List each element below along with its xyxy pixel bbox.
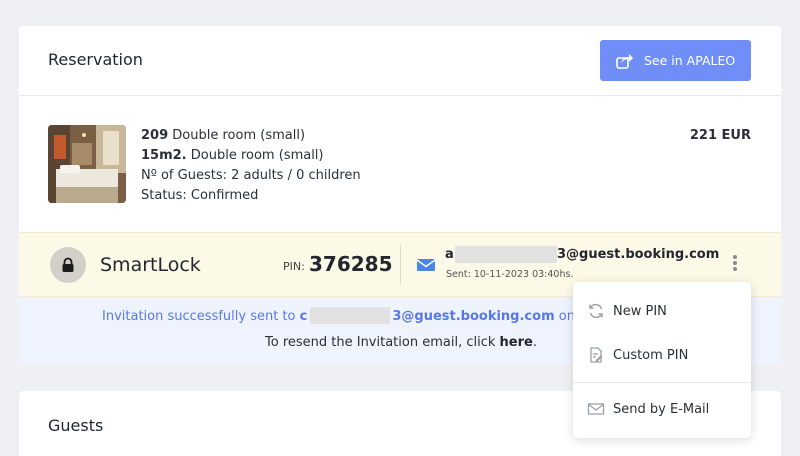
room-price: 221 EUR [689,128,751,143]
menu-item-new-pin[interactable]: New PIN [573,292,751,330]
refresh-icon [589,303,603,319]
pin-value: 376285 [309,252,393,276]
menu-item-custom-pin-label: Custom PIN [613,347,689,363]
room-size: 15m2. [141,148,187,163]
room-line-2: 15m2. Double room (small) [141,146,361,166]
room-guests: Nº of Guests: 2 adults / 0 children [141,168,361,183]
room-details: 209 Double room (small) 15m2. Double roo… [141,126,361,206]
room-name: Double room (small) [172,128,306,143]
email-suffix: 3@guest.booking.com [557,247,720,262]
room-number: 209 [141,128,169,143]
smartlock-name: SmartLock [100,254,201,276]
divider [400,245,401,285]
pin-label: PIN: [283,260,305,273]
options-menu: New PIN Custom PIN Send by E-Mail [573,282,751,438]
guests-title: Guests [48,416,104,435]
invitation-email-redaction [310,307,390,324]
room-status: Status: Confirmed [141,188,259,203]
reservation-header: Reservation See in APALEO [19,26,781,96]
menu-item-send-email-label: Send by E-Mail [613,401,710,417]
menu-item-new-pin-label: New PIN [613,303,667,319]
external-share-icon [616,53,633,69]
sent-timestamp: Sent: 10-11-2023 03:40hs. [446,269,574,280]
lock-icon [50,247,86,283]
reservation-title: Reservation [48,50,143,69]
edit-document-icon [590,347,603,363]
mail-sent-icon [416,259,436,271]
room-size-name: Double room (small) [190,148,324,163]
resend-message: To resend the Invitation email, click he… [265,335,537,350]
email-redaction [455,246,557,263]
see-in-apaleo-label: See in APALEO [644,53,736,68]
room-section: 209 Double room (small) 15m2. Double roo… [19,97,781,232]
envelope-icon [587,403,605,415]
resend-here-link[interactable]: here [500,335,533,350]
room-thumbnail [48,125,126,203]
menu-separator [573,382,751,383]
see-in-apaleo-button[interactable]: See in APALEO [600,40,751,81]
room-line-1: 209 Double room (small) [141,126,361,146]
email-prefix: a [445,247,454,262]
more-options-icon[interactable] [728,252,742,274]
menu-item-custom-pin[interactable]: Custom PIN [573,336,751,374]
menu-item-send-email[interactable]: Send by E-Mail [573,390,751,428]
